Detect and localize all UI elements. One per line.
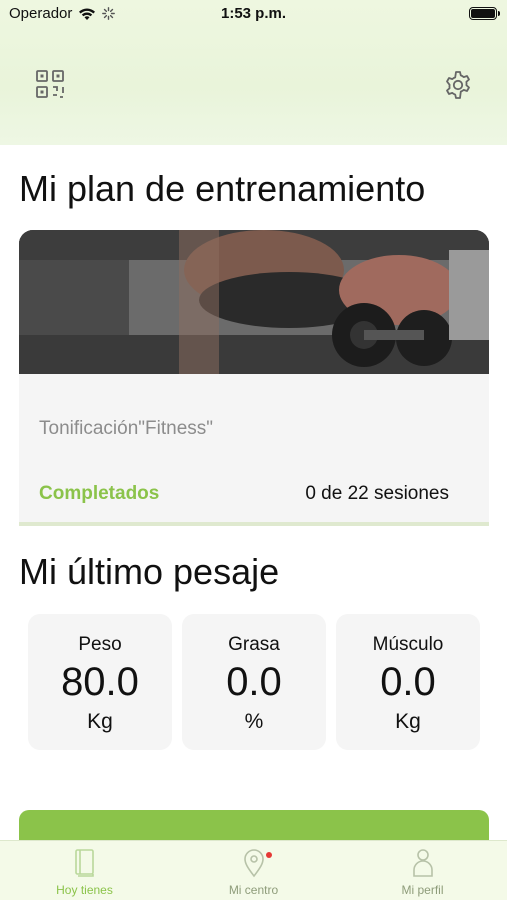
clock: 1:53 p.m. <box>220 5 287 22</box>
tab-mi-perfil[interactable]: Mi perfil <box>338 847 507 897</box>
metric-unit: % <box>244 710 264 733</box>
completed-label: Completados <box>39 483 160 504</box>
metric-value: 80.0 <box>61 660 139 704</box>
plan-name: Tonificación"Fitness" <box>39 418 214 439</box>
status-bar: Operador 1:53 p.m. <box>0 0 507 28</box>
battery-icon <box>469 7 500 20</box>
metric-card-weight: Peso 80.0 Kg <box>28 614 172 750</box>
tab-label: Hoy tienes <box>56 883 113 897</box>
plan-cover-image <box>19 230 489 374</box>
top-header: Operador 1:53 p.m. <box>0 0 507 145</box>
tab-label: Mi centro <box>228 883 279 897</box>
gear-icon <box>446 71 470 99</box>
book-icon <box>74 849 94 877</box>
tab-bar: Hoy tienes Mi centro Mi perfil <box>0 840 507 900</box>
notification-badge <box>266 852 272 858</box>
plan-section-title: Mi plan de entrenamiento <box>19 168 426 209</box>
metric-label: Grasa <box>228 634 280 655</box>
metric-unit: Kg <box>87 710 113 733</box>
location-pin-icon <box>243 849 264 878</box>
metric-unit: Kg <box>395 710 421 733</box>
training-plan-card[interactable]: Tonificación"Fitness" Completados 0 de 2… <box>19 230 489 526</box>
weigh-section-title: Mi último pesaje <box>19 551 280 592</box>
metric-card-fat: Grasa 0.0 % <box>182 614 326 750</box>
person-icon <box>412 849 433 877</box>
metric-value: 0.0 <box>226 660 282 704</box>
settings-button[interactable] <box>442 69 474 101</box>
tab-label: Mi perfil <box>401 883 444 897</box>
workout-photo-illustration <box>19 230 489 374</box>
metric-label: Peso <box>78 634 122 655</box>
metric-card-muscle: Músculo 0.0 Kg <box>336 614 480 750</box>
qr-code-icon <box>36 70 64 98</box>
metric-value: 0.0 <box>380 660 436 704</box>
metric-label: Músculo <box>372 634 444 655</box>
qr-code-button[interactable] <box>34 68 66 100</box>
sessions-progress-text: 0 de 22 sesiones <box>305 483 449 504</box>
tab-hoy-tienes[interactable]: Hoy tienes <box>0 847 169 897</box>
tab-mi-centro[interactable]: Mi centro <box>169 847 338 897</box>
